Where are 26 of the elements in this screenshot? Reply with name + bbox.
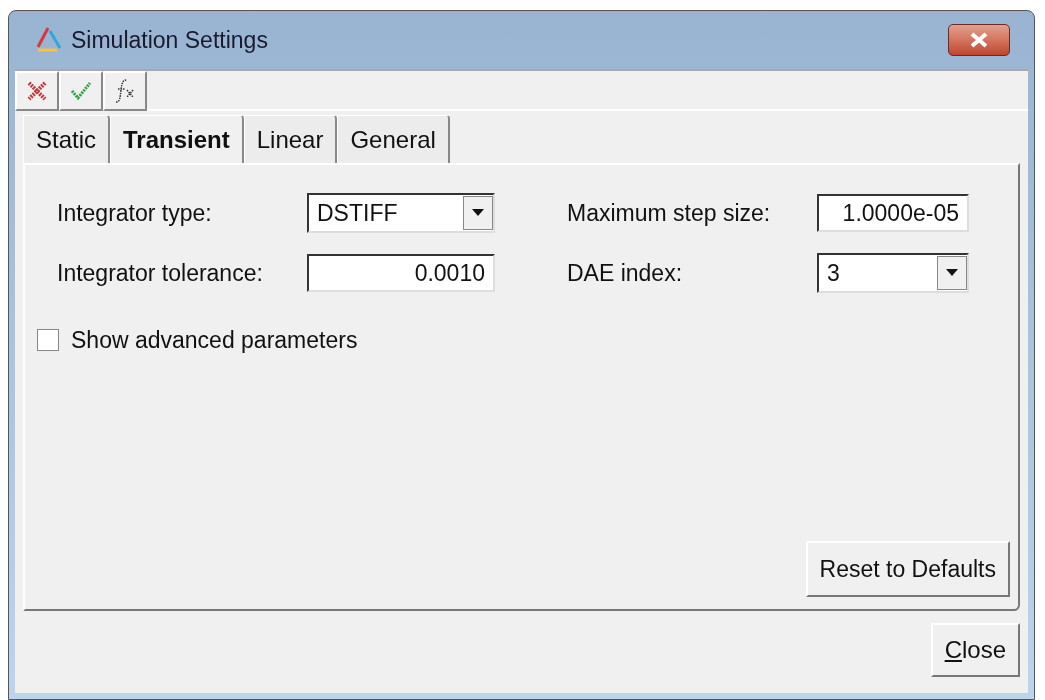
- tab[interactable]: Transient: [110, 115, 244, 163]
- reset-button[interactable]: Reset to Defaults: [805, 541, 1010, 597]
- input-field[interactable]: 1.0000e-05: [817, 194, 969, 232]
- field-label: Integrator type:: [57, 198, 213, 228]
- input-field[interactable]: 0.0010: [307, 254, 495, 292]
- tab[interactable]: Linear: [243, 115, 338, 163]
- caret-icon: [463, 196, 493, 230]
- tab[interactable]: Static: [23, 115, 111, 163]
- field-label: DAE index:: [567, 258, 684, 288]
- dialog-close-button[interactable]: Close: [930, 623, 1020, 677]
- field-label: Integrator tolerance:: [57, 258, 264, 288]
- caret-icon: [937, 256, 967, 290]
- checkbox-option[interactable]: Show advanced parameters: [37, 323, 986, 358]
- close-icon: [25, 79, 49, 103]
- tab[interactable]: General: [337, 115, 450, 163]
- checkmark-icon: [69, 79, 93, 103]
- field-label: Maximum step size:: [567, 198, 772, 228]
- dropdown[interactable]: 3: [817, 253, 969, 293]
- toolbar-button[interactable]: [15, 71, 59, 111]
- toolbar-button[interactable]: [59, 71, 103, 111]
- checkbox[interactable]: [37, 329, 59, 352]
- close-button[interactable]: [948, 24, 1010, 56]
- toolbar-button[interactable]: [103, 71, 147, 111]
- window-title: Simulation Settings: [71, 25, 269, 55]
- close-icon: [968, 32, 990, 48]
- dropdown[interactable]: DSTIFF: [307, 193, 495, 233]
